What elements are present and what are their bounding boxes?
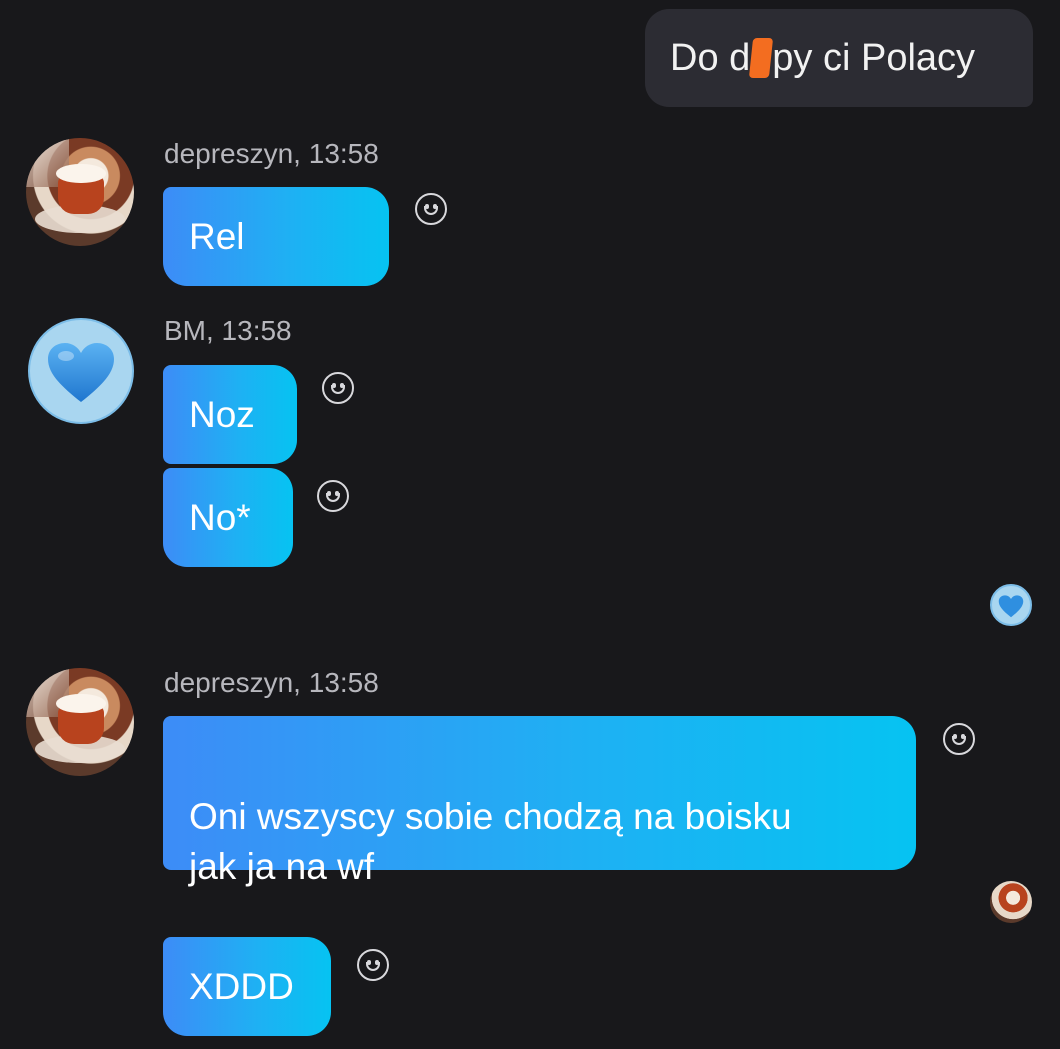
message-text: Noz [189,393,255,435]
message-text: Rel [189,215,245,257]
outgoing-message-bubble[interactable]: Do d py ci Polacy [645,9,1033,107]
message-bubble[interactable]: Rel [163,187,389,286]
sender-header: BM, 13:58 [164,315,292,346]
avatar-bm[interactable] [28,318,134,424]
avatar-depreszyn[interactable] [26,138,134,246]
seen-avatar-bm [990,584,1032,626]
blue-heart-icon [998,595,1024,618]
smiley-reaction-icon[interactable] [415,193,447,225]
smiley-reaction-icon[interactable] [357,949,389,981]
sender-header: depreszyn, 13:58 [164,138,379,169]
avatar-depreszyn[interactable] [26,668,134,776]
smiley-reaction-icon[interactable] [317,480,349,512]
outgoing-text-end: py ci Polacy [772,36,976,79]
smiley-reaction-icon[interactable] [322,372,354,404]
sender-header: depreszyn, 13:58 [164,667,379,698]
message-text: XDDD [189,965,294,1007]
blue-heart-icon [48,343,114,402]
message-bubble[interactable]: No* [163,468,293,567]
censor-mark [749,38,774,78]
smiley-reaction-icon[interactable] [943,723,975,755]
message-text: Oni wszyscy sobie chodzą na boisku jak j… [189,796,792,887]
message-bubble[interactable]: Oni wszyscy sobie chodzą na boisku jak j… [163,716,916,887]
message-text: No* [189,496,251,538]
message-bubble[interactable]: XDDD [163,937,331,1036]
seen-avatar-depreszyn [990,881,1032,923]
outgoing-text-start: Do d [670,36,751,79]
message-bubble[interactable]: Noz [163,365,297,464]
